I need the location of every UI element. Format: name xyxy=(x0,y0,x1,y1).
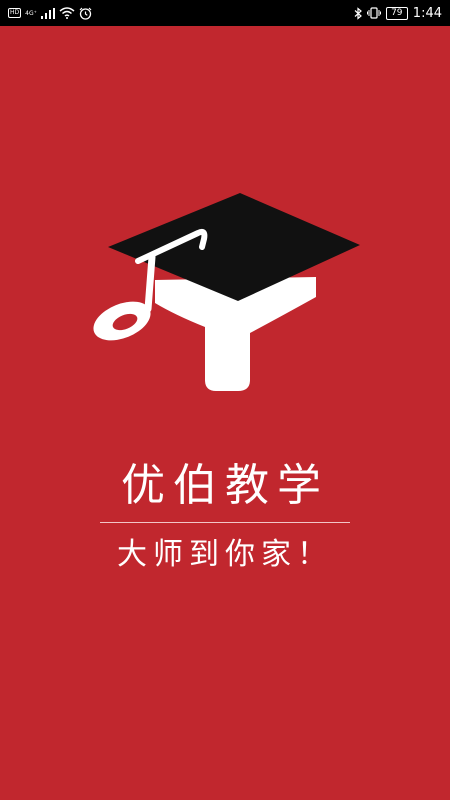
cap-board-shape xyxy=(108,193,360,301)
music-note-stem xyxy=(144,253,156,313)
alarm-icon xyxy=(79,7,92,20)
hd-badge: HD xyxy=(8,8,22,18)
status-bar-right: 79 1:44 xyxy=(354,0,442,26)
vibrate-icon xyxy=(366,7,381,19)
app-slogan: 大师到你家！ xyxy=(117,537,333,572)
app-title: 优伯教学 xyxy=(121,460,329,511)
status-bar: HD 4G⁺ 79 1:44 xyxy=(0,0,450,26)
cellular-signal-icon xyxy=(40,7,55,19)
status-bar-left: HD 4G⁺ xyxy=(8,0,92,26)
title-divider xyxy=(100,522,350,523)
graduation-cap-music-note-logo xyxy=(93,193,360,391)
splash-screen: HD 4G⁺ 79 1:44 优伯教学 大师到你家！ xyxy=(0,0,450,800)
battery-icon: 79 xyxy=(385,6,408,20)
status-time: 1:44 xyxy=(412,5,442,21)
network-type: 4G⁺ xyxy=(25,9,37,17)
wifi-icon xyxy=(59,7,75,19)
bluetooth-icon xyxy=(354,6,362,20)
